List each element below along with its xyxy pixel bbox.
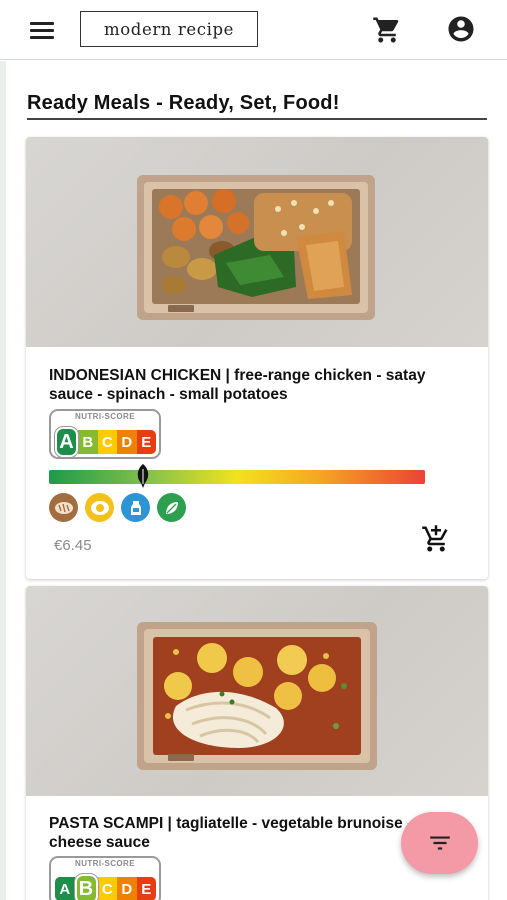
nutri-grade-c: C	[97, 877, 117, 900]
nutri-grade-b: B	[78, 430, 98, 454]
bread-icon	[49, 493, 78, 522]
nutri-grade-d: D	[117, 430, 137, 454]
product-image[interactable]	[26, 137, 488, 347]
nutri-grade-e: E	[136, 877, 156, 900]
diet-icons	[49, 493, 186, 522]
dairy-icon	[121, 493, 150, 522]
product-image[interactable]	[26, 586, 488, 796]
add-to-cart-icon[interactable]	[420, 524, 452, 554]
shopping-cart-icon[interactable]	[372, 15, 402, 45]
nutri-score-badge: NUTRI-SCORE A B C D E	[49, 409, 161, 459]
top-app-bar: modern recipe	[0, 0, 507, 60]
nutri-grade-b: B	[74, 874, 98, 900]
nutri-score-scale: A B C D E	[55, 427, 156, 457]
brand-logo[interactable]: modern recipe	[80, 11, 258, 47]
product-card[interactable]: INDONESIAN CHICKEN | free-range chicken …	[26, 137, 488, 579]
nutri-grade-c: C	[97, 430, 117, 454]
account-circle-icon[interactable]	[446, 14, 476, 44]
product-price: €6.45	[54, 537, 92, 554]
page-title: Ready Meals - Ready, Set, Food!	[27, 92, 487, 120]
nutri-score-badge: NUTRI-SCORE A B C D E	[49, 856, 161, 900]
filter-button[interactable]	[401, 812, 478, 874]
leaf-icon	[157, 493, 186, 522]
filter-icon	[429, 836, 450, 850]
side-rail	[0, 61, 6, 900]
eco-score-bar	[49, 464, 425, 488]
egg-icon	[85, 493, 114, 522]
leaf-marker-icon	[137, 464, 149, 488]
menu-icon[interactable]	[28, 17, 58, 43]
nutri-score-scale: A B C D E	[55, 874, 156, 900]
nutri-grade-e: E	[136, 430, 156, 454]
nutri-grade-d: D	[117, 877, 137, 900]
nutri-grade-a: A	[55, 877, 75, 900]
product-title[interactable]: INDONESIAN CHICKEN | free-range chicken …	[49, 366, 469, 404]
nutri-score-caption: NUTRI-SCORE	[75, 412, 135, 421]
nutri-grade-a: A	[55, 427, 78, 457]
nutri-score-caption: NUTRI-SCORE	[75, 859, 135, 868]
